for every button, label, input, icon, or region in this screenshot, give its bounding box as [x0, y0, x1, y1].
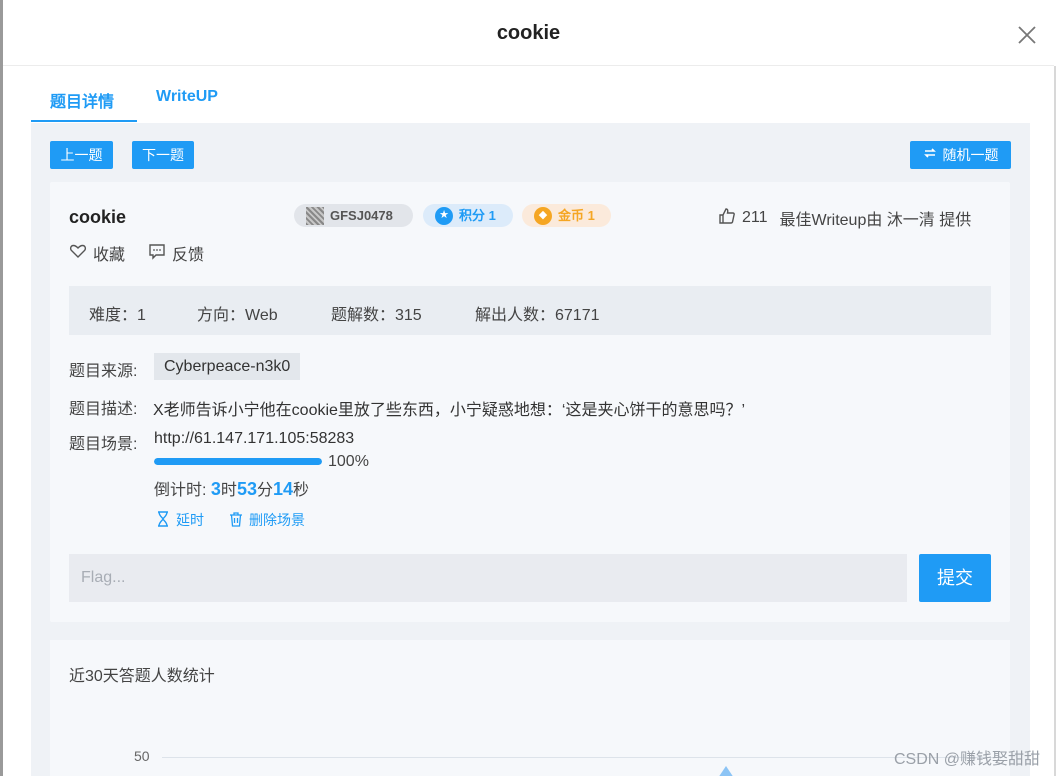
- shuffle-icon: [923, 141, 937, 169]
- coin-icon: ◆: [534, 206, 552, 225]
- countdown-hours: 3: [210, 479, 221, 499]
- countdown-seconds-unit: 秒: [293, 482, 310, 499]
- random-challenge-button[interactable]: 随机一题: [910, 141, 1011, 169]
- trash-icon: [229, 511, 243, 530]
- countdown-label: 倒计时:: [154, 482, 211, 499]
- scene-url[interactable]: http://61.147.171.105:58283: [154, 430, 354, 448]
- likes-count: 211: [742, 209, 768, 226]
- random-challenge-label: 随机一题: [942, 147, 999, 163]
- star-icon: ★: [435, 206, 453, 225]
- flag-input[interactable]: [69, 554, 907, 602]
- feedback-button[interactable]: 反馈: [148, 241, 204, 265]
- challenge-card: cookie GFSJ0478 ★ 积分 1 ◆ 金币 1 211 最佳Writ…: [50, 182, 1010, 622]
- chart-peak-marker: [718, 766, 734, 776]
- scene-progress-bar: [154, 458, 322, 465]
- backdrop-edge: [0, 0, 3, 776]
- challenge-code: GFSJ0478: [330, 208, 393, 223]
- modal-title: cookie: [496, 22, 561, 44]
- watermark: CSDN @赚钱娶甜甜: [893, 751, 1040, 768]
- countdown-timer: 倒计时: 3时53分14秒: [154, 476, 309, 500]
- scene-label: 题目场景:: [69, 436, 138, 453]
- answer-stats-card: 近30天答题人数统计 50: [50, 640, 1010, 776]
- source-tag: Cyberpeace-n3k0: [154, 353, 301, 380]
- coin-value: 金币 1: [558, 208, 595, 223]
- challenge-stats-bar: 难度：1 方向：Web 题解数：315 解出人数：67171: [69, 286, 991, 335]
- next-challenge-button[interactable]: 下一题: [132, 141, 194, 169]
- countdown-minutes: 53: [236, 479, 257, 499]
- scene-progress-fill: [154, 458, 322, 465]
- difficulty-stat: 难度：1: [89, 307, 146, 324]
- heart-icon: [69, 242, 87, 265]
- delete-scene-label: 删除场景: [249, 512, 305, 528]
- score-value: 积分 1: [459, 208, 496, 223]
- extend-time-label: 延时: [176, 512, 204, 528]
- prev-challenge-button[interactable]: 上一题: [50, 141, 113, 169]
- challenge-description: X老师告诉小宁他在cookie里放了些东西，小宁疑惑地想：‘这是夹心饼干的意思吗…: [153, 402, 746, 419]
- close-icon[interactable]: [1016, 24, 1038, 46]
- likes-writeup-info: 211 最佳Writeup由 沐一清 提供: [718, 206, 971, 230]
- modal-header: cookie: [3, 0, 1054, 66]
- submit-flag-button[interactable]: 提交: [919, 554, 991, 602]
- active-tab-indicator: [31, 120, 137, 122]
- countdown-hours-unit: 时: [220, 482, 237, 499]
- tab-writeup[interactable]: WriteUP: [156, 88, 218, 106]
- progress-percent: 100%: [328, 453, 369, 470]
- feedback-label: 反馈: [172, 247, 205, 264]
- score-badge: ★ 积分 1: [423, 204, 513, 227]
- delete-scene-button[interactable]: 删除场景: [229, 510, 305, 530]
- chart-grid-line: [162, 757, 1002, 758]
- stats-chart-title: 近30天答题人数统计: [69, 668, 215, 685]
- y-axis-tick-label: 50: [134, 748, 150, 764]
- direction-stat: 方向：Web: [197, 307, 278, 324]
- hourglass-icon: [156, 510, 170, 530]
- comment-icon: [148, 242, 166, 265]
- challenge-name: cookie: [69, 207, 127, 227]
- tab-details[interactable]: 题目详情: [50, 88, 114, 112]
- countdown-seconds: 14: [272, 479, 294, 499]
- description-label: 题目描述:: [69, 401, 138, 418]
- extend-time-button[interactable]: 延时: [156, 510, 204, 530]
- tab-bar: 题目详情 WriteUP: [31, 66, 1030, 123]
- code-icon: [306, 206, 324, 225]
- challenge-panel: 上一题 下一题 随机一题 cookie GFSJ0478 ★ 积分 1 ◆ 金币…: [31, 123, 1030, 776]
- favorite-button[interactable]: 收藏: [69, 241, 125, 265]
- challenge-code-badge: GFSJ0478: [294, 204, 413, 227]
- thumbs-up-icon[interactable]: [718, 207, 736, 230]
- solvers-stat: 解出人数：67171: [475, 307, 600, 324]
- solutions-stat: 题解数：315: [331, 307, 422, 324]
- countdown-minutes-unit: 分: [256, 482, 273, 499]
- writeup-credit: 最佳Writeup由 沐一清 提供: [779, 212, 972, 229]
- coin-badge: ◆ 金币 1: [522, 204, 611, 227]
- favorite-label: 收藏: [93, 247, 126, 264]
- source-label: 题目来源:: [69, 363, 138, 380]
